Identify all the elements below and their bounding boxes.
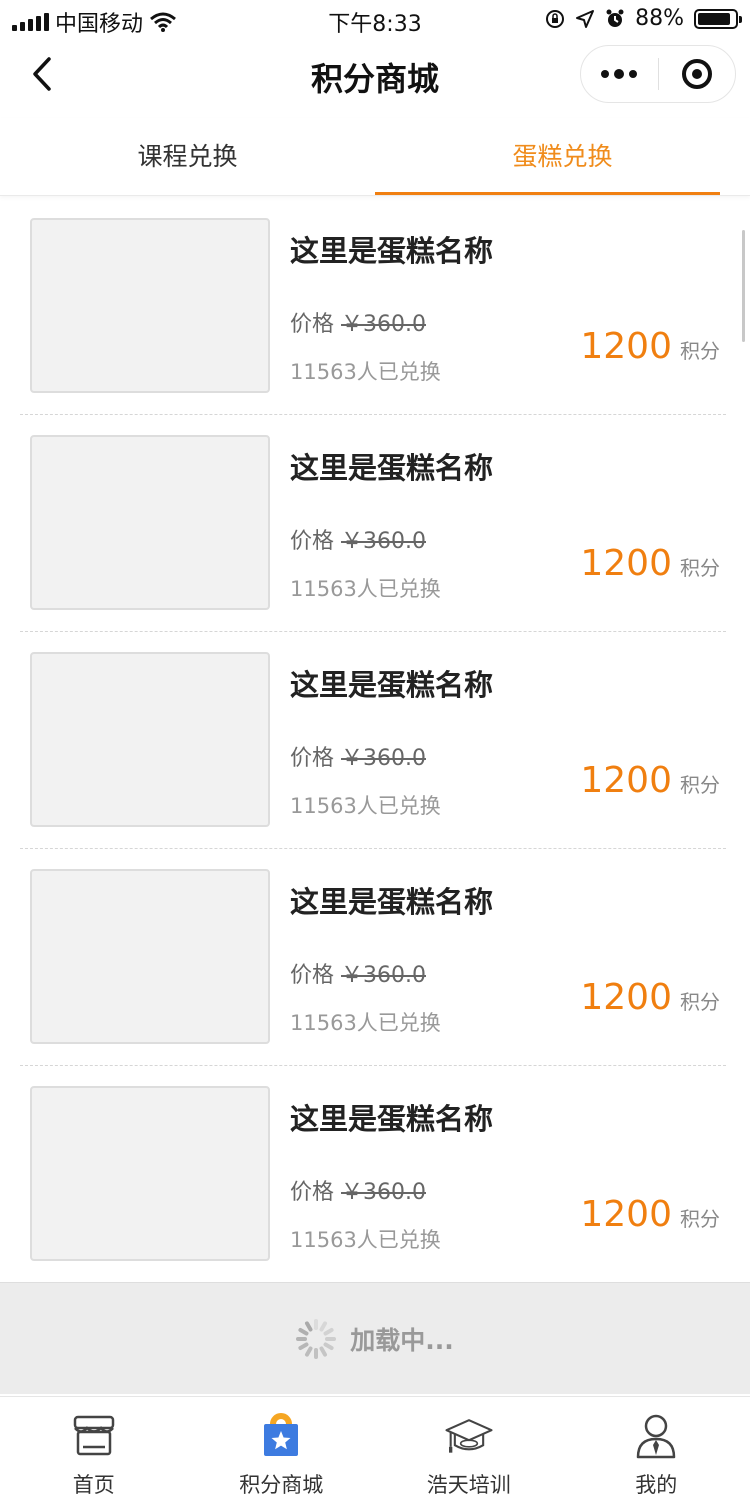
exchange-count: 11563人已兑换 [290, 360, 441, 384]
product-image [30, 435, 270, 610]
spinner-spoke [325, 1336, 337, 1341]
exchange-count: 11563人已兑换 [290, 577, 441, 601]
loading-text: 加载中... [350, 1325, 454, 1355]
target-icon [681, 59, 712, 89]
product-price: 价格 ￥360.0 [290, 963, 426, 988]
product-price: 价格 ￥360.0 [290, 746, 426, 771]
tabbar-label: 首页 [72, 1473, 115, 1497]
product-name: 这里是蛋糕名称 [290, 668, 494, 702]
tabbar-item-home[interactable]: 首页 [0, 1397, 188, 1506]
tabbar-label: 浩天培训 [426, 1473, 511, 1497]
tabbar-label: 我的 [635, 1473, 678, 1497]
product-price: 价格 ￥360.0 [290, 312, 426, 337]
list-item[interactable]: 这里是蛋糕名称 价格 ￥360.0 11563人已兑换 1200 积分 [20, 198, 726, 415]
alarm-icon [606, 9, 624, 27]
scrollbar[interactable] [742, 230, 745, 342]
product-name: 这里是蛋糕名称 [290, 885, 494, 919]
store-icon [73, 1415, 114, 1456]
loading-bar: 加载中... [0, 1282, 750, 1394]
spinner-spoke [314, 1318, 319, 1330]
list-item[interactable]: 这里是蛋糕名称 价格 ￥360.0 11563人已兑换 1200 积分 [20, 849, 726, 1066]
shopping-bag-star-icon [264, 1413, 299, 1456]
location-icon [576, 9, 595, 28]
points-price: 1200 积分 [580, 977, 720, 1018]
product-image [30, 869, 270, 1044]
lock-rotation-icon [546, 9, 565, 28]
exchange-count: 11563人已兑换 [290, 1011, 441, 1035]
product-name: 这里是蛋糕名称 [290, 1102, 494, 1136]
tab-label: 课程兑换 [137, 141, 238, 171]
product-image [30, 652, 270, 827]
user-icon [637, 1414, 676, 1459]
nav-bar: 积分商城 [0, 40, 750, 110]
graduation-cap-icon [445, 1419, 493, 1453]
list-item[interactable]: 这里是蛋糕名称 价格 ￥360.0 11563人已兑换 1200 积分 [20, 1066, 726, 1283]
tab-course-exchange[interactable]: 课程兑换 [0, 118, 375, 195]
battery-icon [694, 8, 742, 29]
more-button[interactable] [581, 46, 658, 102]
spinner-icon [296, 1318, 337, 1359]
product-image [30, 1086, 270, 1261]
category-tabs: 课程兑换 蛋糕兑换 [0, 118, 750, 196]
product-name: 这里是蛋糕名称 [290, 451, 494, 485]
points-price: 1200 积分 [580, 1194, 720, 1235]
spinner-spoke [323, 1341, 335, 1351]
bottom-tab-bar: 首页 积分商城 浩天培训 我的 [0, 1396, 750, 1506]
points-price: 1200 积分 [580, 760, 720, 801]
tabbar-item-mine[interactable]: 我的 [563, 1397, 750, 1506]
close-button[interactable] [659, 46, 736, 102]
tabbar-item-training[interactable]: 浩天培训 [375, 1397, 563, 1506]
miniprogram-capsule [580, 45, 736, 103]
exchange-count: 11563人已兑换 [290, 1228, 441, 1252]
spinner-spoke [296, 1336, 308, 1341]
product-image [30, 218, 270, 393]
product-list: 这里是蛋糕名称 价格 ￥360.0 11563人已兑换 1200 积分 这里是蛋糕… [20, 198, 726, 1283]
list-item[interactable]: 这里是蛋糕名称 价格 ￥360.0 11563人已兑换 1200 积分 [20, 632, 726, 849]
list-item[interactable]: 这里是蛋糕名称 价格 ￥360.0 11563人已兑换 1200 积分 [20, 415, 726, 632]
product-name: 这里是蛋糕名称 [290, 234, 494, 268]
spinner-spoke [314, 1347, 319, 1359]
points-price: 1200 积分 [580, 326, 720, 367]
points-price: 1200 积分 [580, 543, 720, 584]
tab-cake-exchange[interactable]: 蛋糕兑换 [375, 118, 750, 195]
tab-label: 蛋糕兑换 [512, 141, 613, 171]
product-price: 价格 ￥360.0 [290, 1180, 426, 1205]
tabbar-label: 积分商城 [239, 1473, 324, 1497]
battery-percent: 88% [635, 6, 684, 31]
tabbar-item-points-mall[interactable]: 积分商城 [188, 1397, 376, 1506]
product-price: 价格 ￥360.0 [290, 529, 426, 554]
spinner-spoke [323, 1326, 335, 1336]
status-bar: 中国移动 下午8:33 88% [0, 0, 750, 40]
exchange-count: 11563人已兑换 [290, 794, 441, 818]
